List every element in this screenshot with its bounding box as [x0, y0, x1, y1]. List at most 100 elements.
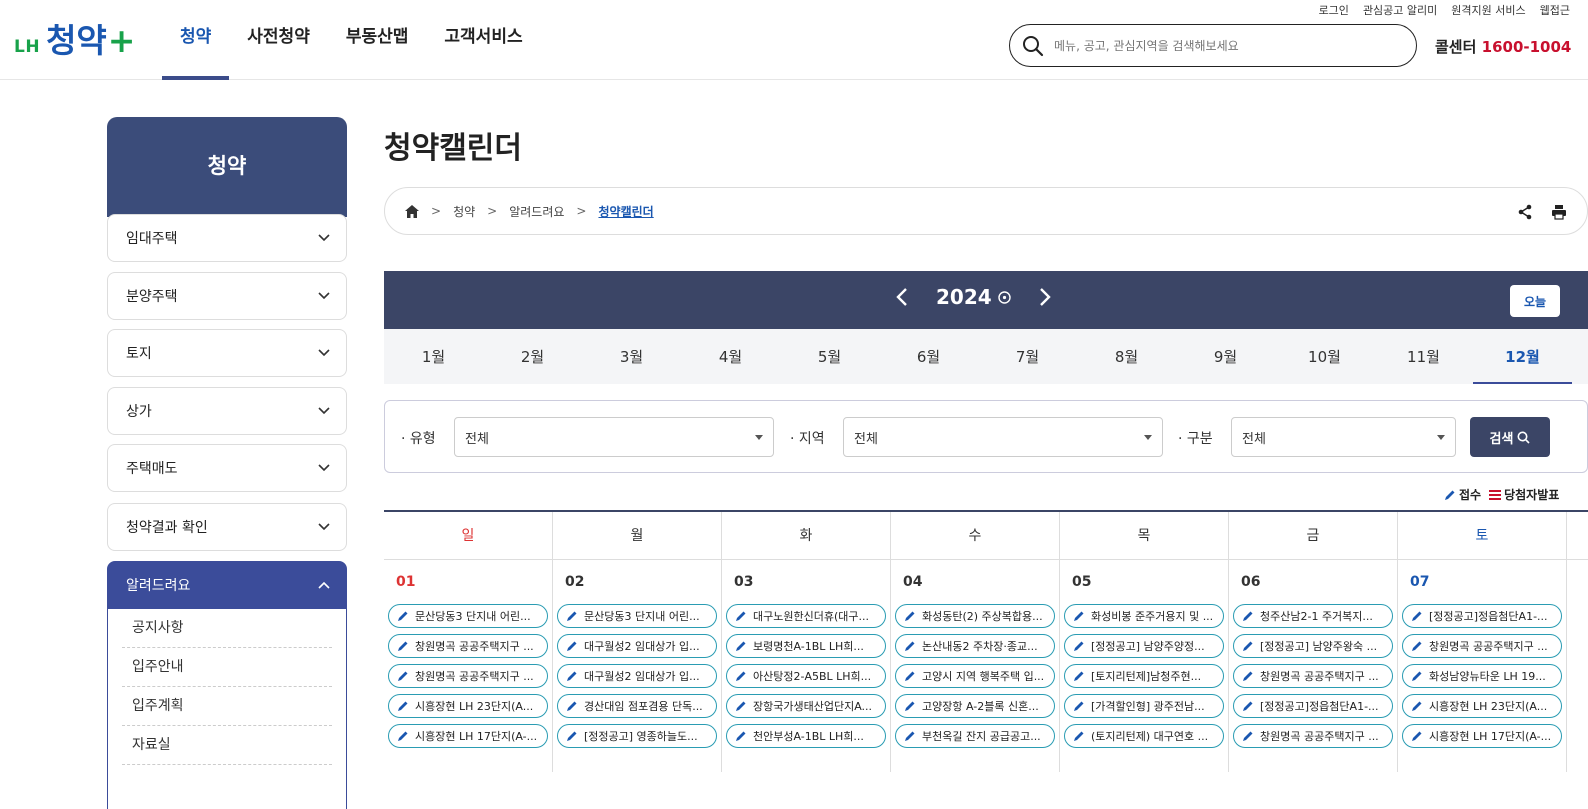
filter-search-button[interactable]: 검색 [1470, 417, 1550, 457]
month-tab[interactable]: 2월 [483, 329, 582, 384]
today-button[interactable]: 오늘 [1510, 285, 1560, 317]
remote-support-link[interactable]: 원격지원 서비스 [1451, 2, 1525, 18]
nav-subscription[interactable]: 청약 [162, 0, 230, 80]
side-nav-item-land[interactable]: 토지 [107, 329, 347, 377]
calendar-event[interactable]: [정정공고] 남양주왕숙 ... [1233, 634, 1393, 658]
calendar-event[interactable]: 경산대임 점포겸용 단독... [557, 694, 717, 718]
calendar-event[interactable]: 고양장항 A-2블록 신혼... [895, 694, 1055, 718]
calendar-event[interactable]: 청주산남2-1 주거복지... [1233, 604, 1393, 628]
side-nav-item-commercial[interactable]: 상가 [107, 387, 347, 435]
utility-links: 로그인 관심공고 알리미 원격지원 서비스 웹접근 [1319, 2, 1570, 18]
side-nav-item-notice[interactable]: 알려드려요 [107, 561, 347, 609]
type-select[interactable]: 전체 [454, 417, 774, 457]
calendar-event[interactable]: 창원명곡 공공주택지구 ... [1402, 634, 1562, 658]
calendar-event[interactable]: 대구월성2 임대상가 입... [557, 664, 717, 688]
pencil-icon [1074, 641, 1084, 651]
weekday-tuesday: 화 [722, 512, 891, 559]
calendar-event[interactable]: [정정공고]정읍첨단A1-... [1233, 694, 1393, 718]
calendar-event[interactable]: 문산당동3 단지내 어린... [557, 604, 717, 628]
pencil-icon [1412, 671, 1422, 681]
submenu-item-notice[interactable]: 공지사항 [122, 609, 332, 648]
year-selector[interactable]: 2024 [936, 285, 1011, 309]
calendar-event[interactable]: 창원명곡 공공주택지구 ... [1233, 664, 1393, 688]
search-input[interactable] [1054, 38, 1394, 53]
calendar-event[interactable]: (토지리턴제) 대구연호 ... [1064, 724, 1224, 748]
calendar-event[interactable]: 대구월성2 임대상가 입... [557, 634, 717, 658]
chevron-right-icon[interactable] [1039, 287, 1051, 307]
month-tab[interactable]: 8월 [1077, 329, 1176, 384]
login-link[interactable]: 로그인 [1319, 2, 1349, 18]
calendar-event[interactable]: 대구노원한신더휴(대구... [726, 604, 886, 628]
nav-customer-service[interactable]: 고객서비스 [426, 0, 540, 80]
month-tab[interactable]: 10월 [1275, 329, 1374, 384]
calendar-event[interactable]: 보령명천A-1BL LH희... [726, 634, 886, 658]
site-logo[interactable]: LH 청약 + [14, 14, 135, 62]
month-tab[interactable]: 6월 [879, 329, 978, 384]
calendar-event[interactable]: [정정공고] 영종하늘도... [557, 724, 717, 748]
weekday-header-row: 일 월 화 수 목 금 토 [384, 512, 1588, 560]
event-title: 화성비봉 준주거용지 및 ... [1091, 610, 1214, 623]
calendar-event[interactable]: 천안부성A-1BL LH희... [726, 724, 886, 748]
submenu-item-resources[interactable]: 자료실 [122, 726, 332, 765]
side-nav-item-rental[interactable]: 임대주택 [107, 214, 347, 262]
breadcrumb-item[interactable]: 알려드려요 [509, 203, 564, 220]
month-tab[interactable]: 5월 [780, 329, 879, 384]
weekday-wednesday: 수 [891, 512, 1060, 559]
calendar-event[interactable]: 논산내동2 주차장·종교... [895, 634, 1055, 658]
breadcrumb-item[interactable]: 청약 [453, 203, 475, 220]
chevron-left-icon[interactable] [896, 287, 908, 307]
breadcrumb-current[interactable]: 청약캘린더 [598, 203, 653, 220]
calendar-event[interactable]: 장항국가생태산업단지A... [726, 694, 886, 718]
submenu-item-move-in-plan[interactable]: 입주계획 [122, 687, 332, 726]
calendar-event[interactable]: 화성동탄(2) 주상복합용... [895, 604, 1055, 628]
side-nav-item-house-sale[interactable]: 주택매도 [107, 444, 347, 492]
calendar-event[interactable]: 화성비봉 준주거용지 및 ... [1064, 604, 1224, 628]
month-tab[interactable]: 1월 [384, 329, 483, 384]
calendar-event[interactable]: 화성남양뉴타운 LH 19... [1402, 664, 1562, 688]
calendar-event[interactable]: 시흥장현 LH 17단지(A-... [388, 724, 548, 748]
calendar-event[interactable]: 시흥장현 LH 23단지(A... [1402, 694, 1562, 718]
legend-winner: 당첨자발표 [1489, 486, 1559, 503]
category-filter-label: · 구분 [1178, 431, 1213, 447]
month-tab[interactable]: 4월 [681, 329, 780, 384]
print-icon[interactable] [1551, 204, 1567, 220]
month-tab[interactable]: 3월 [582, 329, 681, 384]
event-title: [토지리턴제]남청주현... [1091, 670, 1202, 683]
calendar-event[interactable]: 부천옥길 잔지 공급공고... [895, 724, 1055, 748]
global-search[interactable] [1009, 24, 1417, 67]
calendar-event[interactable]: 문산당동3 단지내 어린... [388, 604, 548, 628]
calendar-event[interactable]: [정정공고] 남양주양정... [1064, 634, 1224, 658]
calendar-event[interactable]: 창원명곡 공공주택지구 ... [388, 664, 548, 688]
web-accessibility-link[interactable]: 웹접근 [1540, 2, 1570, 18]
nav-pre-subscription[interactable]: 사전청약 [229, 0, 328, 80]
side-nav-item-result[interactable]: 청약결과 확인 [107, 503, 347, 551]
calendar-event[interactable]: 창원명곡 공공주택지구 ... [1233, 724, 1393, 748]
submenu-item-move-in-guide[interactable]: 입주안내 [122, 648, 332, 687]
pencil-icon [1445, 490, 1455, 500]
calendar-event[interactable]: 고양시 지역 행복주택 입... [895, 664, 1055, 688]
interest-alert-link[interactable]: 관심공고 알리미 [1363, 2, 1437, 18]
dropdown-circle-icon [997, 290, 1011, 304]
calendar-event[interactable]: [가격할인형] 광주전남... [1064, 694, 1224, 718]
calendar-event[interactable]: 시흥장현 LH 17단지(A-... [1402, 724, 1562, 748]
month-tab-active[interactable]: 12월 [1473, 329, 1572, 384]
pencil-icon [1243, 641, 1253, 651]
month-tab[interactable]: 11월 [1374, 329, 1473, 384]
calendar-event[interactable]: [정정공고]정읍첨단A1-... [1402, 604, 1562, 628]
callcenter: 콜센터 1600-1004 [1435, 36, 1571, 57]
month-tab[interactable]: 7월 [978, 329, 1077, 384]
nav-real-estate-map[interactable]: 부동산맵 [328, 0, 427, 80]
category-select[interactable]: 전체 [1231, 417, 1456, 457]
month-tab[interactable]: 9월 [1176, 329, 1275, 384]
region-select[interactable]: 전체 [843, 417, 1163, 457]
calendar-event[interactable]: [토지리턴제]남청주현... [1064, 664, 1224, 688]
search-icon[interactable] [1022, 35, 1044, 57]
calendar-day-cell: 06 청주산남2-1 주거복지... [정정공고] 남양주왕숙 ... 창원명곡 공공… [1229, 560, 1398, 772]
calendar-event[interactable]: 창원명곡 공공주택지구 ... [388, 634, 548, 658]
share-icon[interactable] [1517, 204, 1533, 220]
side-nav-item-sale[interactable]: 분양주택 [107, 272, 347, 320]
calendar-event[interactable]: 아산탕정2-A5BL LH희... [726, 664, 886, 688]
calendar-event[interactable]: 시흥장현 LH 23단지(A... [388, 694, 548, 718]
breadcrumb-separator: > [431, 204, 442, 218]
home-icon[interactable] [405, 204, 419, 218]
